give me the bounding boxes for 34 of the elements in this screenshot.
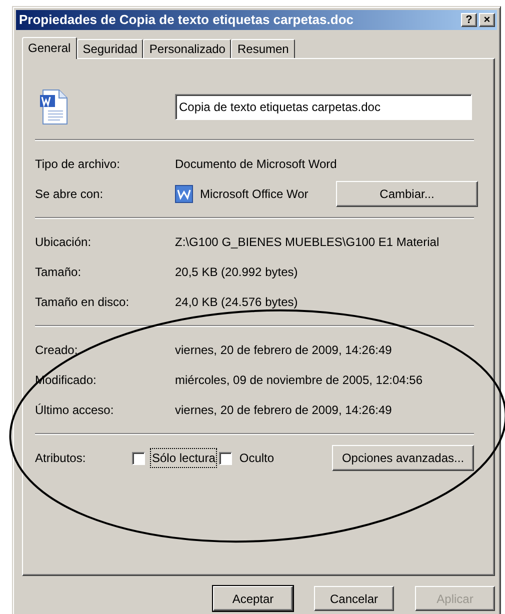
checkbox[interactable] bbox=[132, 452, 145, 464]
checkbox-label[interactable]: Oculto bbox=[238, 449, 276, 467]
checkbox[interactable] bbox=[219, 452, 232, 464]
help-button[interactable]: ? bbox=[461, 13, 477, 27]
property-value: 20,5 KB (20.992 bytes) bbox=[175, 264, 298, 281]
property-label: Ubicación: bbox=[35, 234, 92, 251]
property-label: Atributos: bbox=[35, 450, 87, 467]
window-title: Propiedades de Copia de texto etiquetas carpetas.doc bbox=[19, 11, 354, 30]
property-value: viernes, 20 de febrero de 2009, 14:26:49 bbox=[175, 342, 392, 359]
property-label: Tamaño: bbox=[35, 264, 82, 281]
property-label: Último acceso: bbox=[35, 402, 115, 419]
property-value: miércoles, 09 de noviembre de 2005, 12:04:56 bbox=[175, 372, 422, 389]
document-icon bbox=[39, 89, 69, 125]
property-value: Documento de Microsoft Word bbox=[175, 156, 337, 173]
property-label: Tamaño en disco: bbox=[35, 294, 130, 311]
property-value: 24,0 KB (24.576 bytes) bbox=[175, 294, 298, 311]
property-value: Z:\G100 G_BIENES MUEBLES\G100 E1 Material bbox=[175, 234, 440, 251]
property-value: Microsoft Office Wor bbox=[200, 186, 310, 203]
close-button[interactable]: × bbox=[479, 13, 495, 27]
dialog-button[interactable]: Aceptar bbox=[213, 586, 293, 611]
property-label: Se abre con: bbox=[35, 186, 104, 203]
property-label: Creado: bbox=[35, 342, 79, 359]
tab[interactable]: Resumen bbox=[231, 39, 295, 58]
tab[interactable]: General bbox=[22, 37, 77, 59]
property-label: Tipo de archivo: bbox=[35, 156, 121, 173]
tab[interactable]: Seguridad bbox=[76, 39, 144, 58]
dialog-button[interactable]: Cambiar... bbox=[336, 181, 478, 207]
word-app-icon bbox=[175, 185, 193, 203]
file-name-field[interactable]: Copia de texto etiquetas carpetas.doc bbox=[175, 94, 472, 120]
dialog-button[interactable]: Opciones avanzadas... bbox=[332, 445, 474, 471]
tab[interactable]: Personalizado bbox=[143, 39, 232, 58]
dialog-button[interactable]: Cancelar bbox=[314, 586, 394, 611]
checkbox-label[interactable]: Sólo lectura bbox=[151, 449, 216, 467]
property-value: viernes, 20 de febrero de 2009, 14:26:49 bbox=[175, 402, 392, 419]
